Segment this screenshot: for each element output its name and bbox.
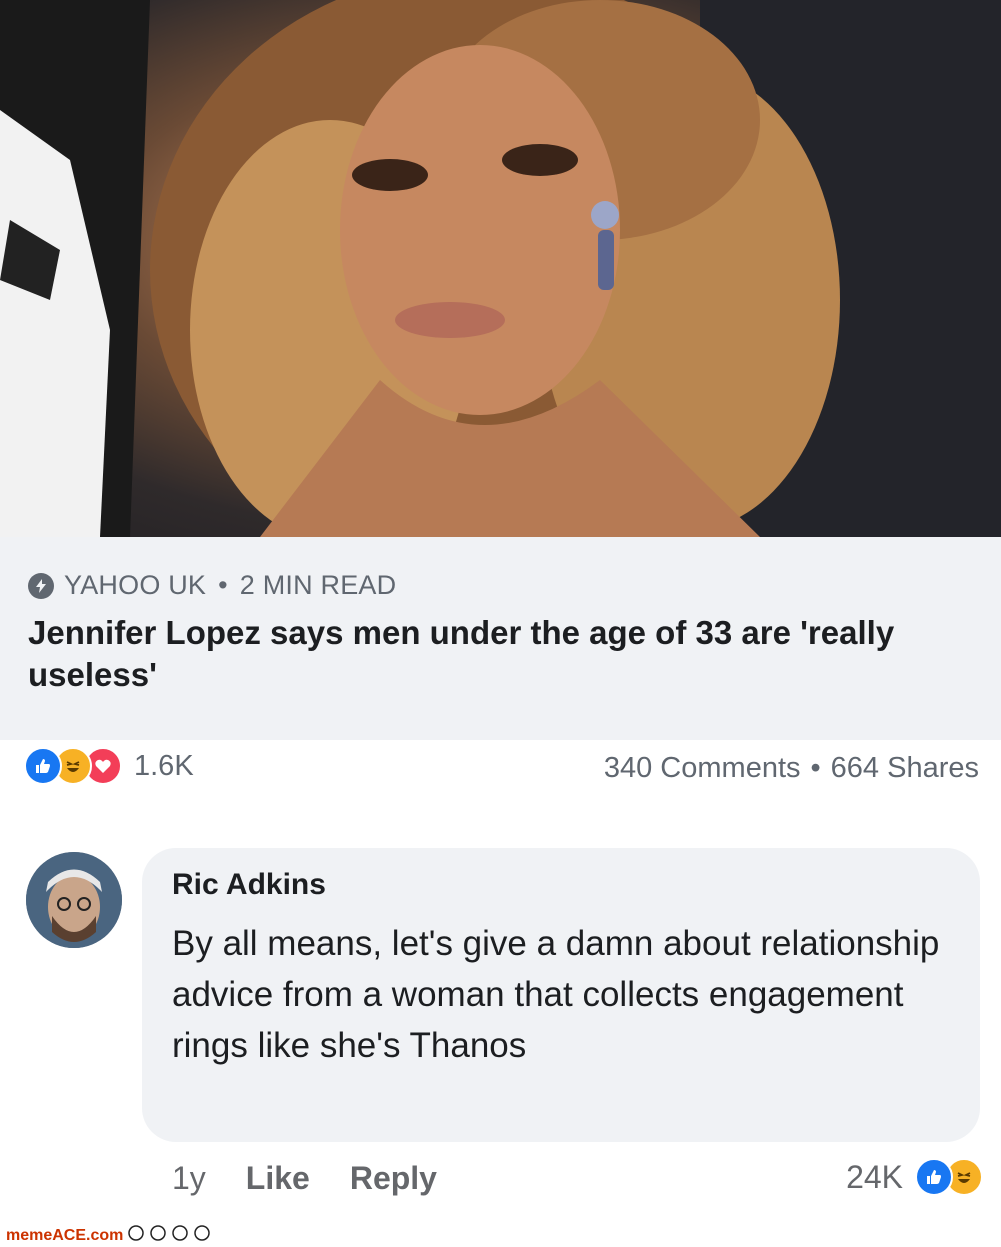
comment-reactions[interactable]: 24K xyxy=(846,1158,983,1196)
comment-reaction-count: 24K xyxy=(846,1158,903,1195)
comment-time[interactable]: 1y xyxy=(172,1160,206,1197)
photo-illustration xyxy=(0,0,1001,537)
article-headline[interactable]: Jennifer Lopez says men under the age of… xyxy=(28,612,978,696)
comment-author[interactable]: Ric Adkins xyxy=(172,868,326,902)
post-photo[interactable] xyxy=(0,0,1001,537)
reaction-count: 1.6K xyxy=(134,749,194,782)
comment-actions: 1y Like Reply xyxy=(172,1160,437,1197)
avatar-image xyxy=(26,852,122,948)
watermark: memeACE.com xyxy=(6,1224,217,1247)
reactions-summary[interactable]: 1.6K xyxy=(24,747,194,785)
source-name: YAHOO UK xyxy=(64,570,207,600)
post-stats: 340 Comments • 664 Shares xyxy=(604,752,979,785)
source-separator: • xyxy=(218,570,228,600)
like-icon xyxy=(24,747,62,785)
stats-separator: • xyxy=(810,752,821,784)
comments-count[interactable]: 340 Comments xyxy=(604,752,801,785)
meme-faces-icon xyxy=(127,1224,217,1247)
avatar[interactable] xyxy=(26,852,122,948)
lightning-bolt-icon xyxy=(28,572,54,599)
comment-text: By all means, let's give a damn about re… xyxy=(172,924,940,1065)
read-time: 2 MIN READ xyxy=(239,570,397,600)
like-button[interactable]: Like xyxy=(246,1160,310,1197)
watermark-text: memeACE.com xyxy=(6,1226,124,1244)
link-source: YAHOO UK • 2 MIN READ xyxy=(28,570,396,601)
like-icon xyxy=(915,1158,953,1196)
reply-button[interactable]: Reply xyxy=(350,1160,437,1197)
shares-count[interactable]: 664 Shares xyxy=(831,752,979,785)
